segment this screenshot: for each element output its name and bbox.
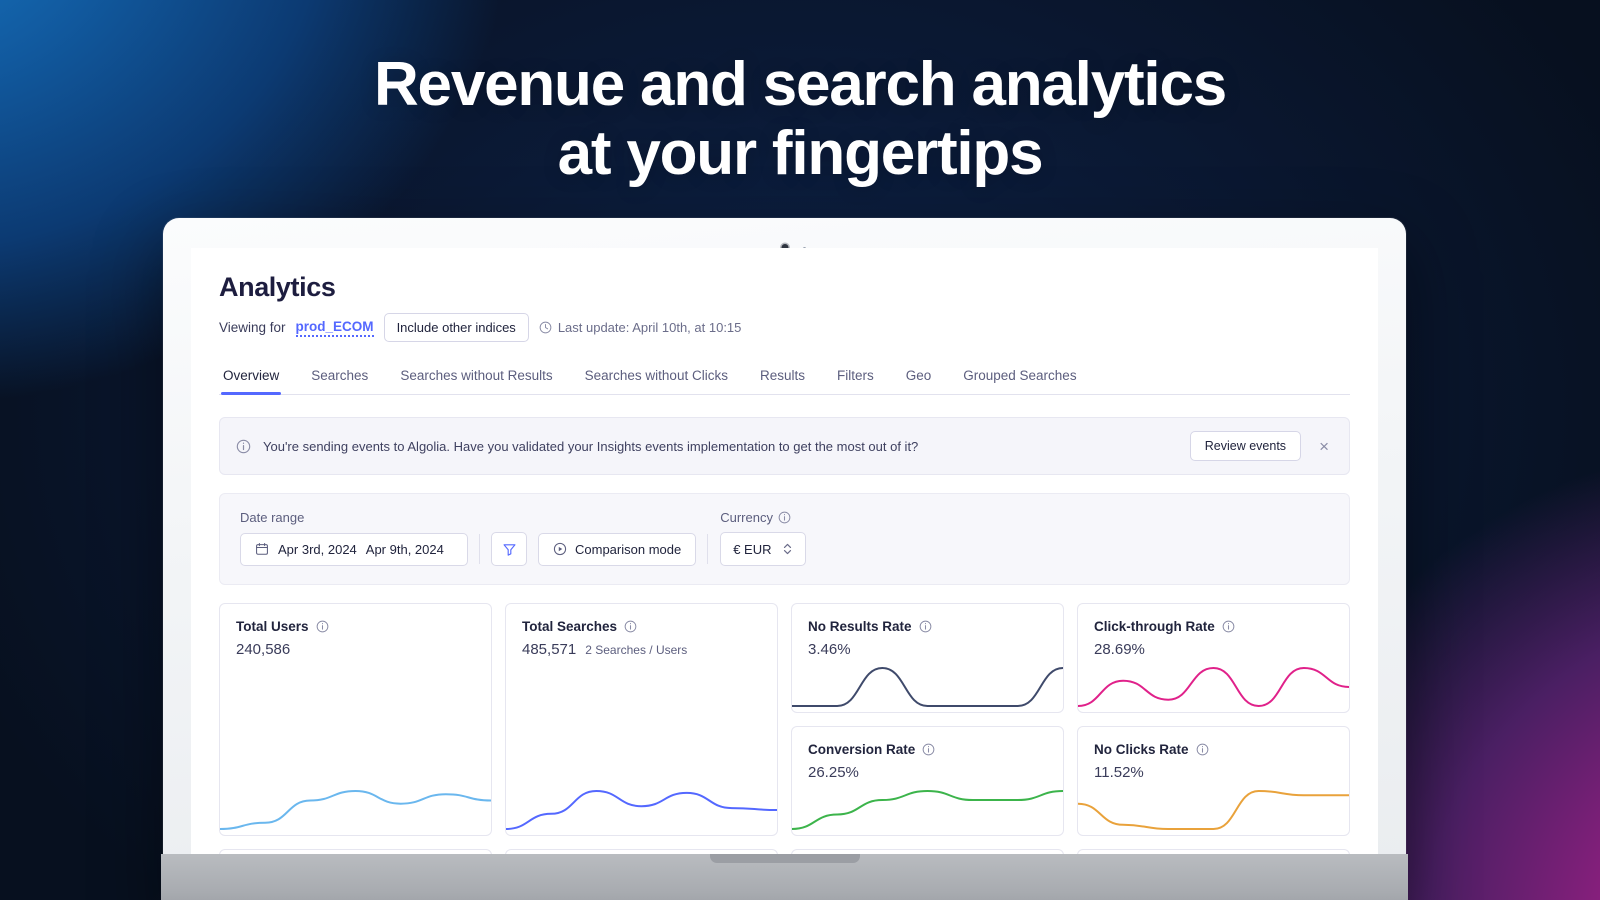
analytics-app: Analytics Viewing for prod_ECOM Include … — [191, 248, 1378, 900]
metric-title-text: Total Users — [236, 619, 309, 634]
calendar-icon — [256, 542, 268, 555]
play-circle-icon — [553, 542, 567, 556]
page-headline: Revenue and search analytics at your fin… — [0, 50, 1600, 189]
tab-grouped-searches[interactable]: Grouped Searches — [961, 364, 1078, 394]
date-range-input[interactable]: Apr 3rd, 2024 Apr 9th, 2024 — [240, 532, 468, 566]
comparison-mode-label: Comparison mode — [575, 541, 682, 557]
funnel-icon — [503, 543, 515, 556]
tab-searches-without-results[interactable]: Searches without Results — [398, 364, 554, 394]
index-subbar: Viewing for prod_ECOM Include other indi… — [219, 313, 1350, 342]
metric-value: 3.46% — [808, 641, 1047, 658]
headline-line-1: Revenue and search analytics — [373, 50, 1227, 119]
headline-line-2: at your fingertips — [557, 119, 1044, 189]
background-stage: Revenue and search analytics at your fin… — [0, 0, 1600, 900]
metric-value: 26.25% — [808, 764, 1047, 781]
metric-value-text: 485,571 — [522, 641, 577, 658]
info-circle-icon[interactable] — [624, 620, 637, 633]
analytics-tabs: Overview Searches Searches without Resul… — [219, 364, 1350, 395]
metric-title: Click-through Rate — [1094, 619, 1333, 634]
metric-card-conversion-rate: Conversion Rate 26.25% — [791, 726, 1064, 836]
metric-value-text: 28.69% — [1094, 641, 1145, 658]
chevron-updown-icon — [782, 541, 793, 557]
metric-title-text: Click-through Rate — [1094, 619, 1215, 634]
metric-sparkline — [220, 781, 491, 835]
metric-card-no-results-rate: No Results Rate 3.46% — [791, 603, 1064, 713]
info-circle-icon[interactable] — [316, 620, 329, 633]
currency-label-text: Currency — [720, 510, 773, 525]
currency-value: € EUR — [733, 541, 772, 557]
metric-title-text: Total Searches — [522, 619, 618, 634]
info-circle-icon[interactable] — [919, 620, 932, 633]
metric-title: Total Searches — [522, 619, 761, 634]
metric-value: 11.52% — [1094, 764, 1333, 781]
laptop-mockup: Analytics Viewing for prod_ECOM Include … — [161, 218, 1408, 900]
laptop-base-notch — [709, 854, 860, 863]
tab-searches-without-clicks[interactable]: Searches without Clicks — [583, 364, 730, 394]
metric-sparkline — [792, 781, 1063, 835]
date-controls-row: Apr 3rd, 2024 Apr 9th, 2024 Comparison m… — [240, 532, 709, 566]
tab-geo[interactable]: Geo — [904, 364, 934, 394]
metric-value: 28.69% — [1094, 641, 1333, 658]
metric-sparkline — [1078, 781, 1349, 835]
metric-sparkline — [1078, 658, 1349, 712]
filter-bar: Date range Apr 3rd, 2024 Apr 9th, 2024 C… — [219, 493, 1350, 585]
date-range-label: Date range — [240, 510, 305, 525]
metric-title-text: No Clicks Rate — [1094, 742, 1189, 757]
currency-label: Currency — [720, 510, 805, 525]
laptop-screen: Analytics Viewing for prod_ECOM Include … — [191, 248, 1378, 900]
metric-card-total-users: Total Users 240,586 — [219, 603, 492, 836]
include-other-indices-button[interactable]: Include other indices — [383, 313, 529, 342]
metric-value-text: 3.46% — [808, 641, 851, 658]
tab-results[interactable]: Results — [758, 364, 807, 394]
last-update-text: Last update: April 10th, at 10:15 — [557, 320, 742, 335]
metric-value-text: 240,586 — [236, 641, 291, 658]
notice-text: You're sending events to Algolia. Have y… — [263, 438, 919, 454]
divider — [479, 534, 480, 564]
metric-value: 240,586 — [236, 641, 475, 658]
metric-value-text: 26.25% — [808, 764, 859, 781]
metric-value-text: 11.52% — [1094, 764, 1144, 781]
last-update: Last update: April 10th, at 10:15 — [539, 320, 742, 335]
metric-title: Conversion Rate — [808, 742, 1047, 757]
metric-card-click-through-rate: Click-through Rate 28.69% — [1077, 603, 1350, 713]
insights-notice-banner: You're sending events to Algolia. Have y… — [219, 417, 1350, 475]
metric-sparkline — [792, 658, 1063, 712]
tab-overview[interactable]: Overview — [221, 364, 282, 395]
divider — [707, 534, 709, 564]
currency-select[interactable]: € EUR — [720, 532, 806, 566]
viewing-for-label: Viewing for — [219, 320, 286, 335]
currency-group: Currency € EUR — [720, 510, 806, 566]
info-circle-icon — [236, 439, 251, 453]
laptop-base — [161, 854, 1408, 900]
metric-title-text: No Results Rate — [808, 619, 912, 634]
tab-searches[interactable]: Searches — [309, 364, 370, 394]
metric-subvalue: 2 Searches / Users — [585, 643, 688, 657]
metric-title: Total Users — [236, 619, 475, 634]
metric-title: No Clicks Rate — [1094, 742, 1333, 757]
index-link[interactable]: prod_ECOM — [295, 319, 374, 337]
metric-title: No Results Rate — [808, 619, 1047, 634]
metric-value: 485,571 2 Searches / Users — [522, 641, 761, 658]
date-start-value: Apr 3rd, 2024 — [278, 541, 357, 557]
laptop-lid: Analytics Viewing for prod_ECOM Include … — [163, 218, 1406, 900]
info-circle-icon[interactable] — [922, 743, 935, 756]
info-circle-icon[interactable] — [1222, 620, 1235, 633]
metric-title-text: Conversion Rate — [808, 742, 916, 757]
info-circle-icon[interactable] — [1196, 743, 1209, 756]
metric-card-no-clicks-rate: No Clicks Rate 11.52% — [1077, 726, 1350, 836]
metric-sparkline — [506, 781, 777, 835]
page-title: Analytics — [219, 272, 336, 302]
info-circle-icon — [778, 511, 791, 524]
review-events-button[interactable]: Review events — [1189, 431, 1302, 461]
date-end-value: Apr 9th, 2024 — [365, 541, 444, 557]
date-range-group: Date range Apr 3rd, 2024 Apr 9th, 2024 C… — [240, 510, 709, 566]
close-icon[interactable]: × — [1313, 436, 1335, 457]
filter-button[interactable] — [491, 532, 527, 566]
comparison-mode-button[interactable]: Comparison mode — [538, 532, 697, 566]
tab-filters[interactable]: Filters — [835, 364, 876, 394]
clock-icon — [539, 321, 552, 334]
metric-card-total-searches: Total Searches 485,571 2 Searches / Users — [505, 603, 778, 836]
